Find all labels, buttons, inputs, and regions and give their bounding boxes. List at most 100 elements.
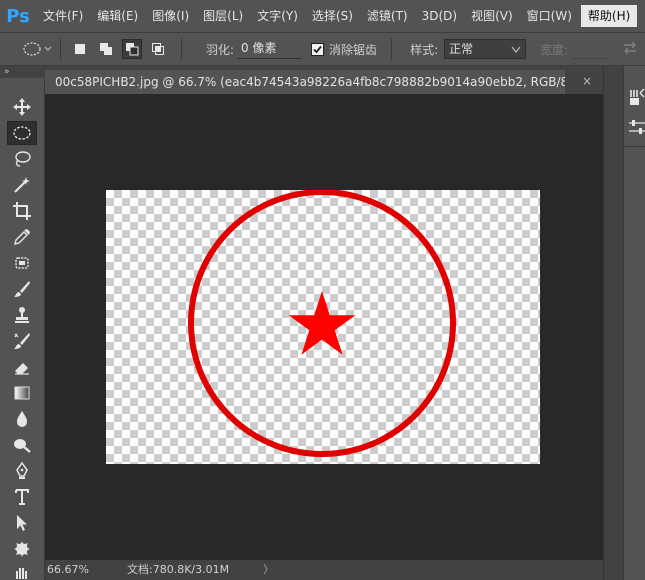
eraser-tool[interactable] <box>7 355 37 379</box>
ellipse-preset-icon <box>23 42 52 56</box>
path-selection-tool[interactable] <box>7 511 37 535</box>
menu-edit[interactable]: 编辑(E) <box>90 0 145 32</box>
status-menu-arrow[interactable]: 〉 <box>263 560 274 580</box>
eraser-tool-icon <box>15 363 29 375</box>
history-brush-tool[interactable] <box>7 329 37 353</box>
separator <box>60 38 61 60</box>
antialias-label: 消除锯齿 <box>329 42 378 57</box>
swap-dimensions-button[interactable] <box>622 41 638 58</box>
status-bar: 66.67% 文档:780.8K/3.01M 〉 <box>45 560 603 580</box>
menu-select[interactable]: 选择(S) <box>305 0 360 32</box>
hand-tool[interactable] <box>7 563 37 580</box>
history-panel-button[interactable] <box>628 88 645 106</box>
panel-dock-strip <box>603 66 623 580</box>
blur-tool[interactable] <box>7 407 37 431</box>
image-canvas[interactable] <box>106 190 540 464</box>
new-selection-button[interactable] <box>70 39 90 59</box>
subtract-selection-button[interactable] <box>122 39 142 59</box>
style-label: 样式: <box>410 42 439 57</box>
checkmark-icon <box>313 45 322 53</box>
type-tool[interactable] <box>7 485 37 509</box>
move-tool-icon <box>13 98 31 116</box>
separator <box>181 38 182 60</box>
add-selection-button[interactable] <box>96 39 116 59</box>
crop-tool-icon <box>13 202 31 220</box>
magic-wand-tool-icon <box>14 177 30 193</box>
antialias-checkbox[interactable] <box>311 42 325 56</box>
zoom-level-field[interactable]: 66.67% <box>47 560 97 580</box>
brush-tool[interactable] <box>7 277 37 301</box>
hand-tool-icon <box>16 567 27 579</box>
menu-view[interactable]: 视图(V) <box>464 0 520 32</box>
panel-divider <box>624 146 645 147</box>
blur-tool-icon <box>17 411 27 427</box>
subtract-selection-icon <box>126 43 139 56</box>
custom-shape-tool-icon <box>14 541 30 557</box>
document-tab-bar: 00c58PICHB2.jpg @ 66.7% (eac4b74543a9822… <box>45 66 603 94</box>
swap-arrows-icon <box>624 41 637 54</box>
menu-3d[interactable]: 3D(D) <box>415 0 464 32</box>
menu-help[interactable]: 帮助(H) <box>580 5 638 27</box>
dodge-tool-icon <box>14 439 31 453</box>
width-label: 宽度: <box>540 42 569 57</box>
type-tool-icon <box>15 489 29 505</box>
right-panel-dock <box>623 66 645 580</box>
document-size-info: 文档:780.8K/3.01M <box>127 563 230 576</box>
gradient-tool[interactable] <box>7 381 37 405</box>
history-brush-tool-icon <box>14 333 30 349</box>
crop-tool[interactable] <box>7 199 37 223</box>
menu-items: 文件(F) 编辑(E) 图像(I) 图层(L) 文字(Y) 选择(S) 滤镜(T… <box>36 0 638 32</box>
lasso-tool[interactable] <box>7 147 37 171</box>
adjustments-panel-button[interactable] <box>628 118 645 136</box>
path-selection-tool-icon <box>17 515 27 531</box>
stamp-graphic <box>188 190 456 457</box>
feather-label: 羽化: <box>206 42 235 57</box>
add-selection-icon <box>100 43 112 55</box>
photoshop-logo: Ps <box>6 5 30 27</box>
custom-shape-tool[interactable] <box>7 537 37 561</box>
move-tool[interactable] <box>7 95 37 119</box>
menu-type[interactable]: 文字(Y) <box>250 0 305 32</box>
pen-tool[interactable] <box>7 459 37 483</box>
width-input[interactable] <box>572 39 609 59</box>
style-select[interactable]: 正常 <box>444 39 527 59</box>
separator <box>391 38 393 60</box>
gradient-tool-icon <box>14 386 30 400</box>
menu-window[interactable]: 窗口(W) <box>520 0 579 32</box>
menu-bar: Ps 文件(F) 编辑(E) 图像(I) 图层(L) 文字(Y) 选择(S) 滤… <box>0 0 645 32</box>
style-select-value: 正常 <box>449 42 474 56</box>
brush-tool-icon <box>14 281 30 297</box>
sliders-icon <box>629 120 645 134</box>
chevron-down-icon <box>511 46 521 53</box>
menu-filter[interactable]: 滤镜(T) <box>360 0 415 32</box>
red-star-icon <box>288 291 356 355</box>
elliptical-marquee-tool-icon <box>13 126 31 140</box>
tool-preset-picker[interactable] <box>20 38 54 60</box>
dodge-tool[interactable] <box>7 433 37 457</box>
new-selection-icon <box>75 44 85 54</box>
close-tab-button[interactable]: × <box>580 74 594 88</box>
elliptical-marquee-tool[interactable] <box>7 121 37 145</box>
feather-input[interactable]: 0 像素 <box>237 39 302 59</box>
history-panel-icon <box>630 88 645 105</box>
options-bar: 羽化: 0 像素 消除锯齿 样式: 正常 宽度: <box>0 32 645 66</box>
spot-healing-tool-icon <box>15 257 29 269</box>
intersect-selection-button[interactable] <box>148 39 168 59</box>
clone-stamp-tool[interactable] <box>7 303 37 327</box>
eyedropper-tool[interactable] <box>7 225 37 249</box>
menu-layer[interactable]: 图层(L) <box>196 0 250 32</box>
pen-tool-icon <box>16 461 28 479</box>
toolbar-collapse-button[interactable]: » <box>0 66 45 78</box>
magic-wand-tool[interactable] <box>7 173 37 197</box>
menu-file[interactable]: 文件(F) <box>36 0 90 32</box>
document-tab[interactable]: 00c58PICHB2.jpg @ 66.7% (eac4b74543a9822… <box>45 70 565 94</box>
lasso-tool-icon <box>15 151 31 167</box>
spot-healing-tool[interactable] <box>7 251 37 275</box>
antialias-checkbox-row[interactable]: 消除锯齿 <box>311 41 377 58</box>
menu-image[interactable]: 图像(I) <box>145 0 196 32</box>
intersect-selection-icon <box>152 43 164 55</box>
tools-panel <box>0 78 45 580</box>
clone-stamp-tool-icon <box>15 307 29 323</box>
eyedropper-tool-icon <box>14 229 30 245</box>
document-canvas-area[interactable] <box>45 94 603 560</box>
